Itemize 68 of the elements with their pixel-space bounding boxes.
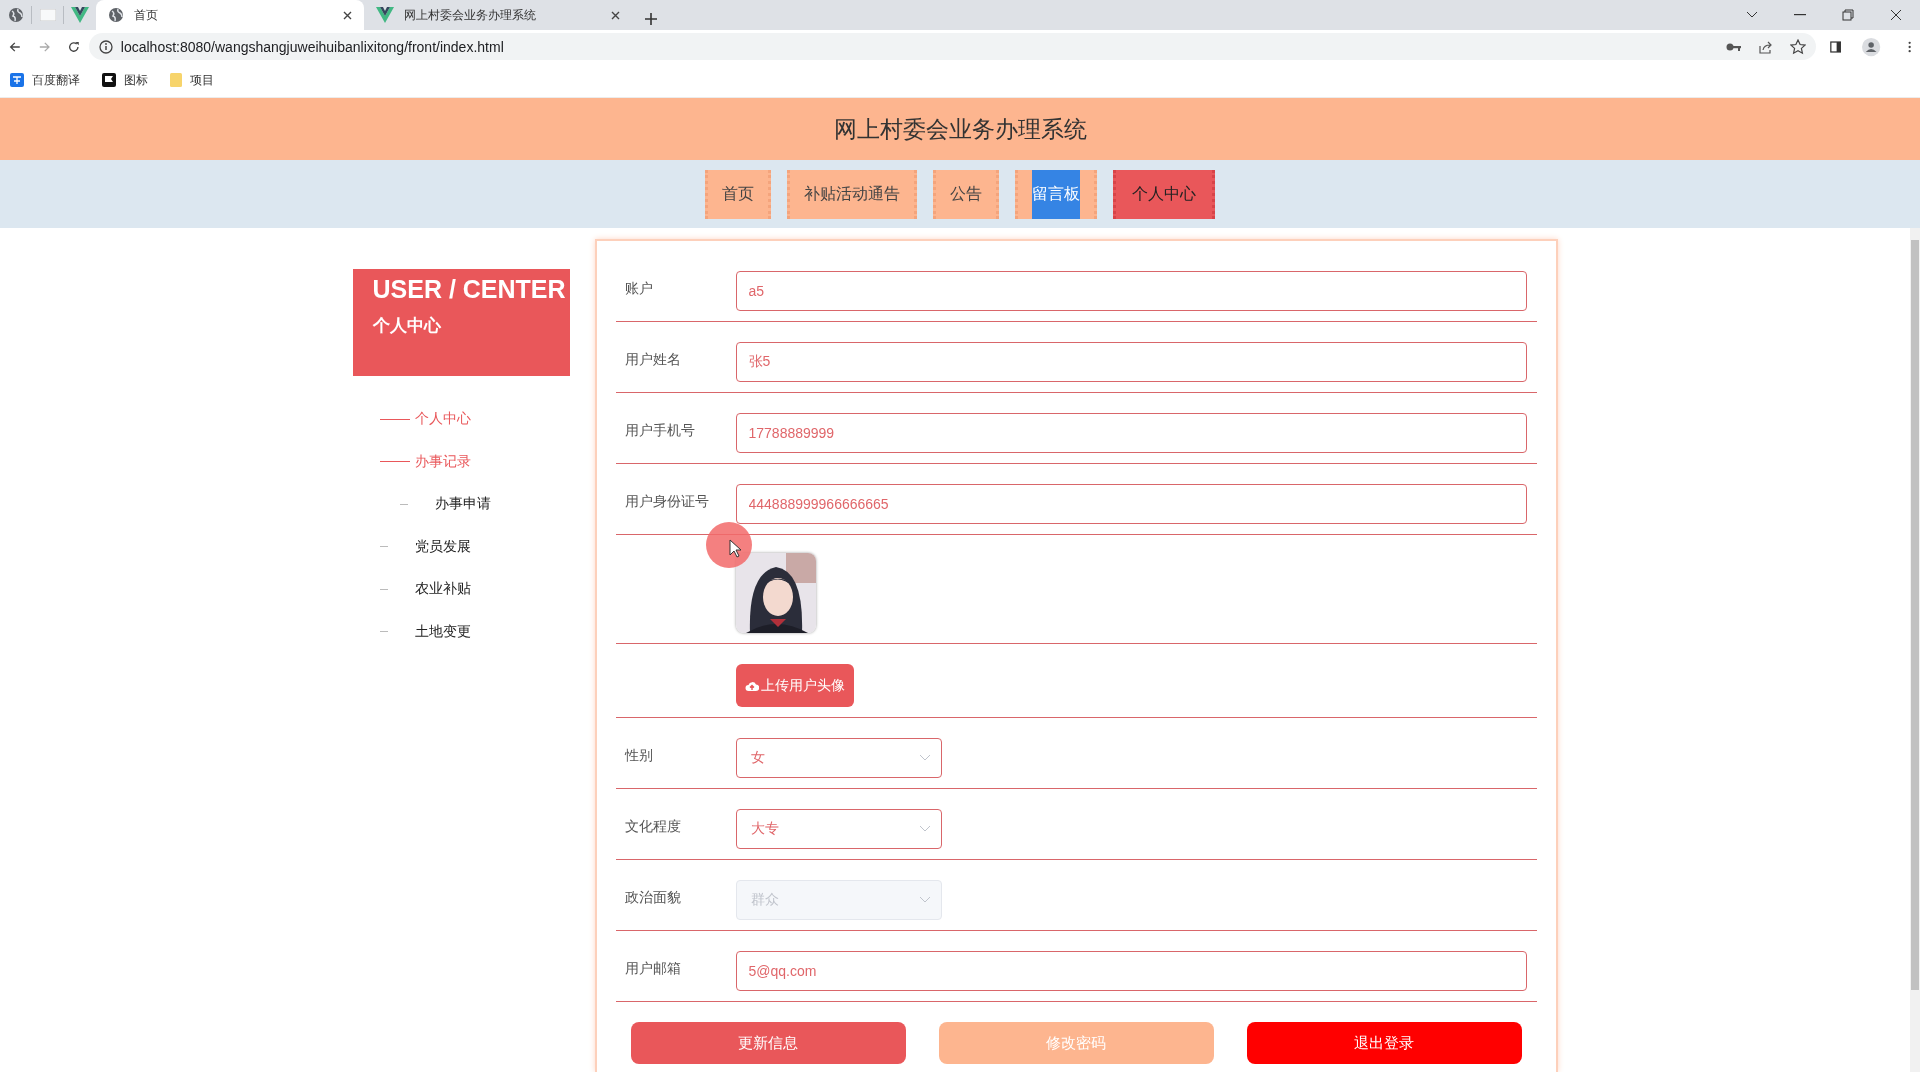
input-field[interactable]: 17788889999 bbox=[735, 413, 1527, 453]
nav-tab[interactable]: 补贴活动通告 bbox=[787, 169, 917, 219]
reload-icon[interactable] bbox=[68, 39, 80, 54]
field-label: 用户手机号 bbox=[623, 421, 696, 440]
star-icon[interactable] bbox=[1789, 38, 1806, 55]
select-field[interactable]: 女 bbox=[735, 738, 942, 778]
bookmark[interactable]: 项目 bbox=[170, 71, 214, 89]
field-label: 文化程度 bbox=[623, 817, 682, 836]
sidebar-item[interactable]: 办事记录 bbox=[414, 452, 471, 471]
scrollbar[interactable] bbox=[1910, 228, 1920, 1072]
blank-page-icon bbox=[39, 9, 56, 21]
close-icon[interactable] bbox=[611, 10, 620, 20]
field-label: 用户邮箱 bbox=[623, 959, 682, 978]
field-label: 性别 bbox=[623, 746, 654, 765]
close-icon[interactable] bbox=[343, 10, 352, 20]
chevron-down-icon[interactable] bbox=[1746, 11, 1758, 19]
input-field[interactable]: a5 bbox=[735, 271, 1527, 311]
sidebar-item[interactable]: 办事申请 bbox=[434, 495, 491, 514]
cloud-upload-icon bbox=[744, 679, 759, 692]
sidebar-item[interactable]: 土地变更 bbox=[414, 622, 471, 641]
folder-icon bbox=[170, 73, 182, 87]
info-icon[interactable] bbox=[98, 39, 113, 54]
restore-icon[interactable] bbox=[1842, 9, 1854, 21]
field-label: 用户身份证号 bbox=[623, 492, 710, 511]
field-label: 政治面貌 bbox=[623, 888, 682, 907]
browser-tab[interactable]: 网上村委会业务办理系统 bbox=[364, 0, 632, 30]
site-title: 网上村委会业务办理系统 bbox=[833, 114, 1087, 144]
globe-icon bbox=[108, 7, 124, 23]
select-field[interactable]: 大专 bbox=[735, 809, 942, 849]
nav-tab[interactable]: 首页 bbox=[705, 169, 771, 219]
upload-avatar-button[interactable]: 上传用户头像 bbox=[735, 664, 854, 707]
browser-tab[interactable]: 首页 bbox=[96, 0, 364, 30]
chevron-down-icon bbox=[918, 896, 931, 904]
input-field[interactable]: 5@qq.com bbox=[735, 951, 1527, 991]
more-menu-icon[interactable] bbox=[1907, 39, 1911, 54]
sidebar-subtitle: 个人中心 bbox=[372, 315, 441, 337]
translate-icon bbox=[10, 73, 24, 87]
field-label: 用户姓名 bbox=[623, 350, 682, 369]
bookmark[interactable]: 百度翻译 bbox=[10, 71, 80, 89]
nav-tab[interactable]: 公告 bbox=[933, 169, 999, 219]
nav-tab[interactable]: 留言板 bbox=[1015, 169, 1097, 219]
chevron-down-icon bbox=[918, 825, 931, 833]
key-icon[interactable] bbox=[1725, 41, 1742, 52]
close-icon[interactable] bbox=[1890, 9, 1902, 21]
address-bar[interactable]: localhost:8080/wangshangjuweihuibanlixitong/front/index.html bbox=[88, 33, 1816, 60]
action-button[interactable]: 更新信息 bbox=[630, 1022, 906, 1064]
side-panel-icon[interactable] bbox=[1829, 39, 1842, 54]
action-button[interactable]: 退出登录 bbox=[1246, 1022, 1522, 1064]
field-label: 账户 bbox=[623, 279, 654, 298]
sidebar-item[interactable]: 个人中心 bbox=[414, 410, 471, 429]
sidebar-title: USER / CENTER bbox=[372, 275, 566, 304]
new-tab-icon[interactable] bbox=[644, 12, 658, 26]
chevron-down-icon bbox=[918, 754, 931, 762]
sidebar-item[interactable]: 党员发展 bbox=[414, 537, 471, 556]
bookmark[interactable]: 图标 bbox=[102, 71, 148, 89]
url-text: localhost:8080/wangshangjuweihuibanlixitong/front/index.html bbox=[120, 38, 505, 55]
sidebar-item[interactable]: 农业补贴 bbox=[414, 580, 471, 599]
nav-tab[interactable]: 个人中心 bbox=[1113, 169, 1215, 219]
input-field[interactable]: 张5 bbox=[735, 342, 1527, 382]
globe-icon bbox=[7, 7, 24, 23]
v-logo-icon bbox=[71, 7, 89, 23]
v-logo-icon bbox=[376, 7, 394, 23]
flag-icon bbox=[102, 73, 116, 87]
input-field[interactable]: 444888999966666665 bbox=[735, 484, 1527, 524]
share-icon[interactable] bbox=[1757, 39, 1774, 54]
profile-icon[interactable] bbox=[1862, 35, 1881, 58]
cursor-icon bbox=[705, 521, 753, 569]
minimize-icon[interactable] bbox=[1794, 14, 1806, 16]
